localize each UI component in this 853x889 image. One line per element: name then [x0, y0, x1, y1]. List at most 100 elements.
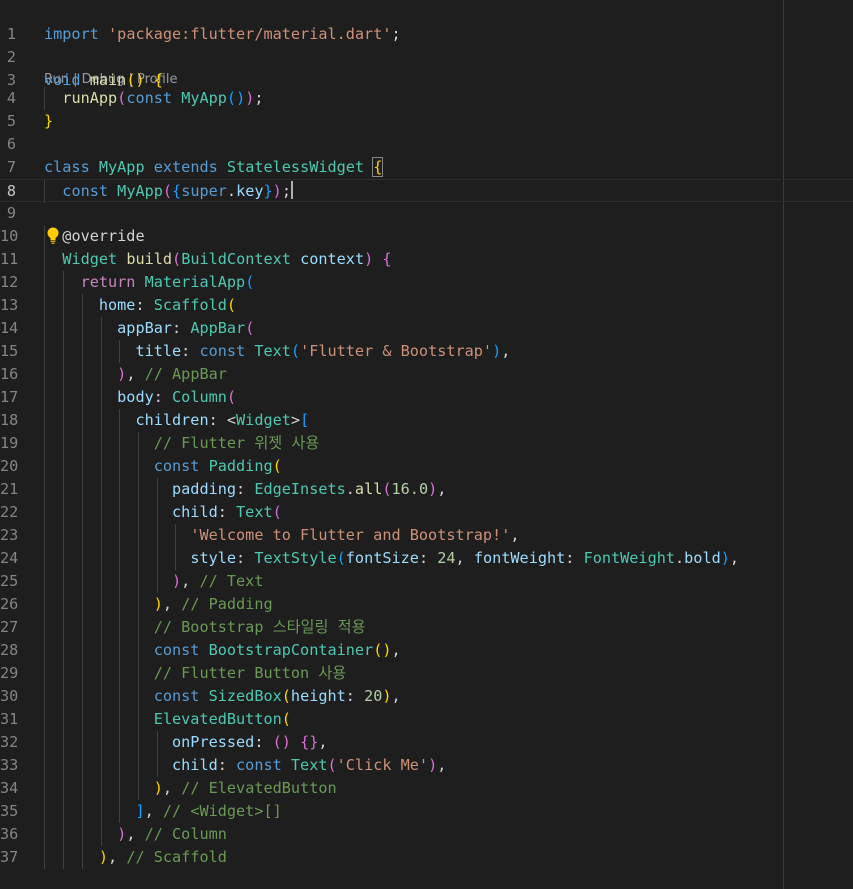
code-line[interactable]: 27 // Bootstrap 스타일링 적용 — [0, 616, 853, 639]
code-token: ( — [226, 296, 237, 314]
code-content: const SizedBox(height: 20), — [44, 685, 401, 708]
code-line[interactable]: 28 const BootstrapContainer(), — [0, 639, 853, 662]
indent-guide — [82, 823, 83, 846]
code-token: ; — [281, 182, 291, 200]
line-number: 37 — [0, 848, 19, 866]
code-line[interactable]: 4 runApp(const MyApp()); — [0, 87, 853, 110]
code-token: : — [217, 503, 237, 521]
code-token: BootstrapContainer — [208, 641, 374, 659]
code-line[interactable]: 17 body: Column( — [0, 386, 853, 409]
indent-guide — [119, 616, 120, 639]
code-line[interactable]: 26 ), // Padding — [0, 593, 853, 616]
line-number: 24 — [0, 549, 19, 567]
code-line[interactable]: 8 const MyApp({super.key}); — [0, 179, 853, 203]
code-token: MyApp — [117, 182, 163, 200]
code-line[interactable]: 19 // Flutter 위젯 사용 — [0, 432, 853, 455]
indent-guide — [63, 271, 64, 294]
code-line[interactable]: 30 const SizedBox(height: 20), — [0, 685, 853, 708]
code-line[interactable]: 14 appBar: AppBar( — [0, 317, 853, 340]
code-line[interactable]: 20 const Padding( — [0, 455, 853, 478]
code-content: const BootstrapContainer(), — [44, 639, 401, 662]
indent-guide — [119, 731, 120, 754]
code-token: runApp — [62, 89, 118, 107]
code-line[interactable]: 32 onPressed: () {}, — [0, 731, 853, 754]
code-content: padding: EdgeInsets.all(16.0), — [44, 478, 446, 501]
code-line[interactable]: 9 — [0, 202, 853, 225]
code-token: const — [126, 89, 173, 107]
code-content: // Flutter 위젯 사용 — [44, 432, 320, 455]
code-line[interactable]: 16 ), // AppBar — [0, 363, 853, 386]
line-number: 35 — [0, 802, 19, 820]
code-line[interactable]: 21 padding: EdgeInsets.all(16.0), — [0, 478, 853, 501]
indent-guide — [44, 823, 45, 846]
indent-guide — [101, 340, 102, 363]
code-token: const — [62, 182, 109, 200]
code-line[interactable]: 34 ), // ElevatedButton — [0, 777, 853, 800]
code-line[interactable]: 31 ElevatedButton( — [0, 708, 853, 731]
indent-guide — [44, 547, 45, 570]
code-token: SizedBox — [208, 687, 282, 705]
code-line[interactable]: 15 title: const Text('Flutter & Bootstra… — [0, 340, 853, 363]
code-line[interactable]: 6 — [0, 133, 853, 156]
code-token: FontWeight — [583, 549, 675, 567]
code-line[interactable]: 25 ), // Text — [0, 570, 853, 593]
code-token: BuildContext — [181, 250, 291, 268]
indent-guide — [63, 570, 64, 593]
indent-guide — [44, 708, 45, 731]
code-line[interactable]: 1 import 'package:flutter/material.dart'; — [0, 23, 853, 46]
indent-guide — [82, 455, 83, 478]
indent-guide — [82, 777, 83, 800]
indent-guide — [63, 800, 64, 823]
code-line[interactable]: 5} — [0, 110, 853, 133]
code-line[interactable]: 29 // Flutter Button 사용 — [0, 662, 853, 685]
code-line[interactable]: 33 child: const Text('Click Me'), — [0, 754, 853, 777]
indent-guide — [44, 570, 45, 593]
indent-guide — [82, 731, 83, 754]
code-line[interactable]: 23 'Welcome to Flutter and Bootstrap!', — [0, 524, 853, 547]
indent-guide — [44, 363, 45, 386]
code-token: onPressed — [172, 733, 255, 751]
code-line[interactable]: 37 ), // Scaffold — [0, 846, 853, 869]
code-line[interactable]: 13 home: Scaffold( — [0, 294, 853, 317]
code-token: padding — [172, 480, 237, 498]
code-token: // Padding — [181, 595, 273, 613]
indent-guide — [101, 501, 102, 524]
indent-guide — [44, 777, 45, 800]
code-token: 20 — [364, 687, 383, 705]
code-line[interactable]: 2 — [0, 46, 853, 69]
indent-guide — [44, 317, 45, 340]
indent-guide — [82, 593, 83, 616]
code-line[interactable]: 10 @override — [0, 225, 853, 248]
indent-guide — [101, 800, 102, 823]
code-line[interactable]: 11 Widget build(BuildContext context) { — [0, 248, 853, 271]
indent-guide — [44, 639, 45, 662]
code-line[interactable]: 18 children: <Widget>[ — [0, 409, 853, 432]
code-token: 'Flutter & Bootstrap' — [300, 342, 493, 360]
indent-guide — [175, 524, 176, 547]
code-line[interactable]: 36 ), // Column — [0, 823, 853, 846]
code-token: ) — [382, 687, 392, 705]
indent-guide — [101, 731, 102, 754]
code-token: Column — [172, 388, 227, 406]
line-number: 14 — [0, 319, 19, 337]
line-number: 23 — [0, 526, 19, 544]
indent-guide — [63, 708, 64, 731]
code-content: ], // <Widget>[] — [44, 800, 281, 823]
code-token: ) — [428, 480, 438, 498]
code-line[interactable]: 12 return MaterialApp( — [0, 271, 853, 294]
code-line[interactable]: 7 class MyApp extends StatelessWidget { — [0, 156, 853, 179]
code-content: import 'package:flutter/material.dart'; — [44, 23, 401, 46]
code-token: : < — [208, 411, 237, 429]
code-line[interactable]: 22 child: Text( — [0, 501, 853, 524]
code-line[interactable]: 35 ], // <Widget>[] — [0, 800, 853, 823]
code-token: ( — [245, 319, 255, 337]
indent-guide — [119, 800, 120, 823]
code-line[interactable]: 24 style: TextStyle(fontSize: 24, fontWe… — [0, 547, 853, 570]
code-editor[interactable]: Run | Debug | Profile 1 import 'package:f… — [0, 0, 853, 889]
code-token: ) — [172, 572, 182, 590]
code-token: // Column — [144, 825, 227, 843]
indent-guide — [44, 731, 45, 754]
indent-guide — [138, 593, 139, 616]
indent-guide — [44, 432, 45, 455]
